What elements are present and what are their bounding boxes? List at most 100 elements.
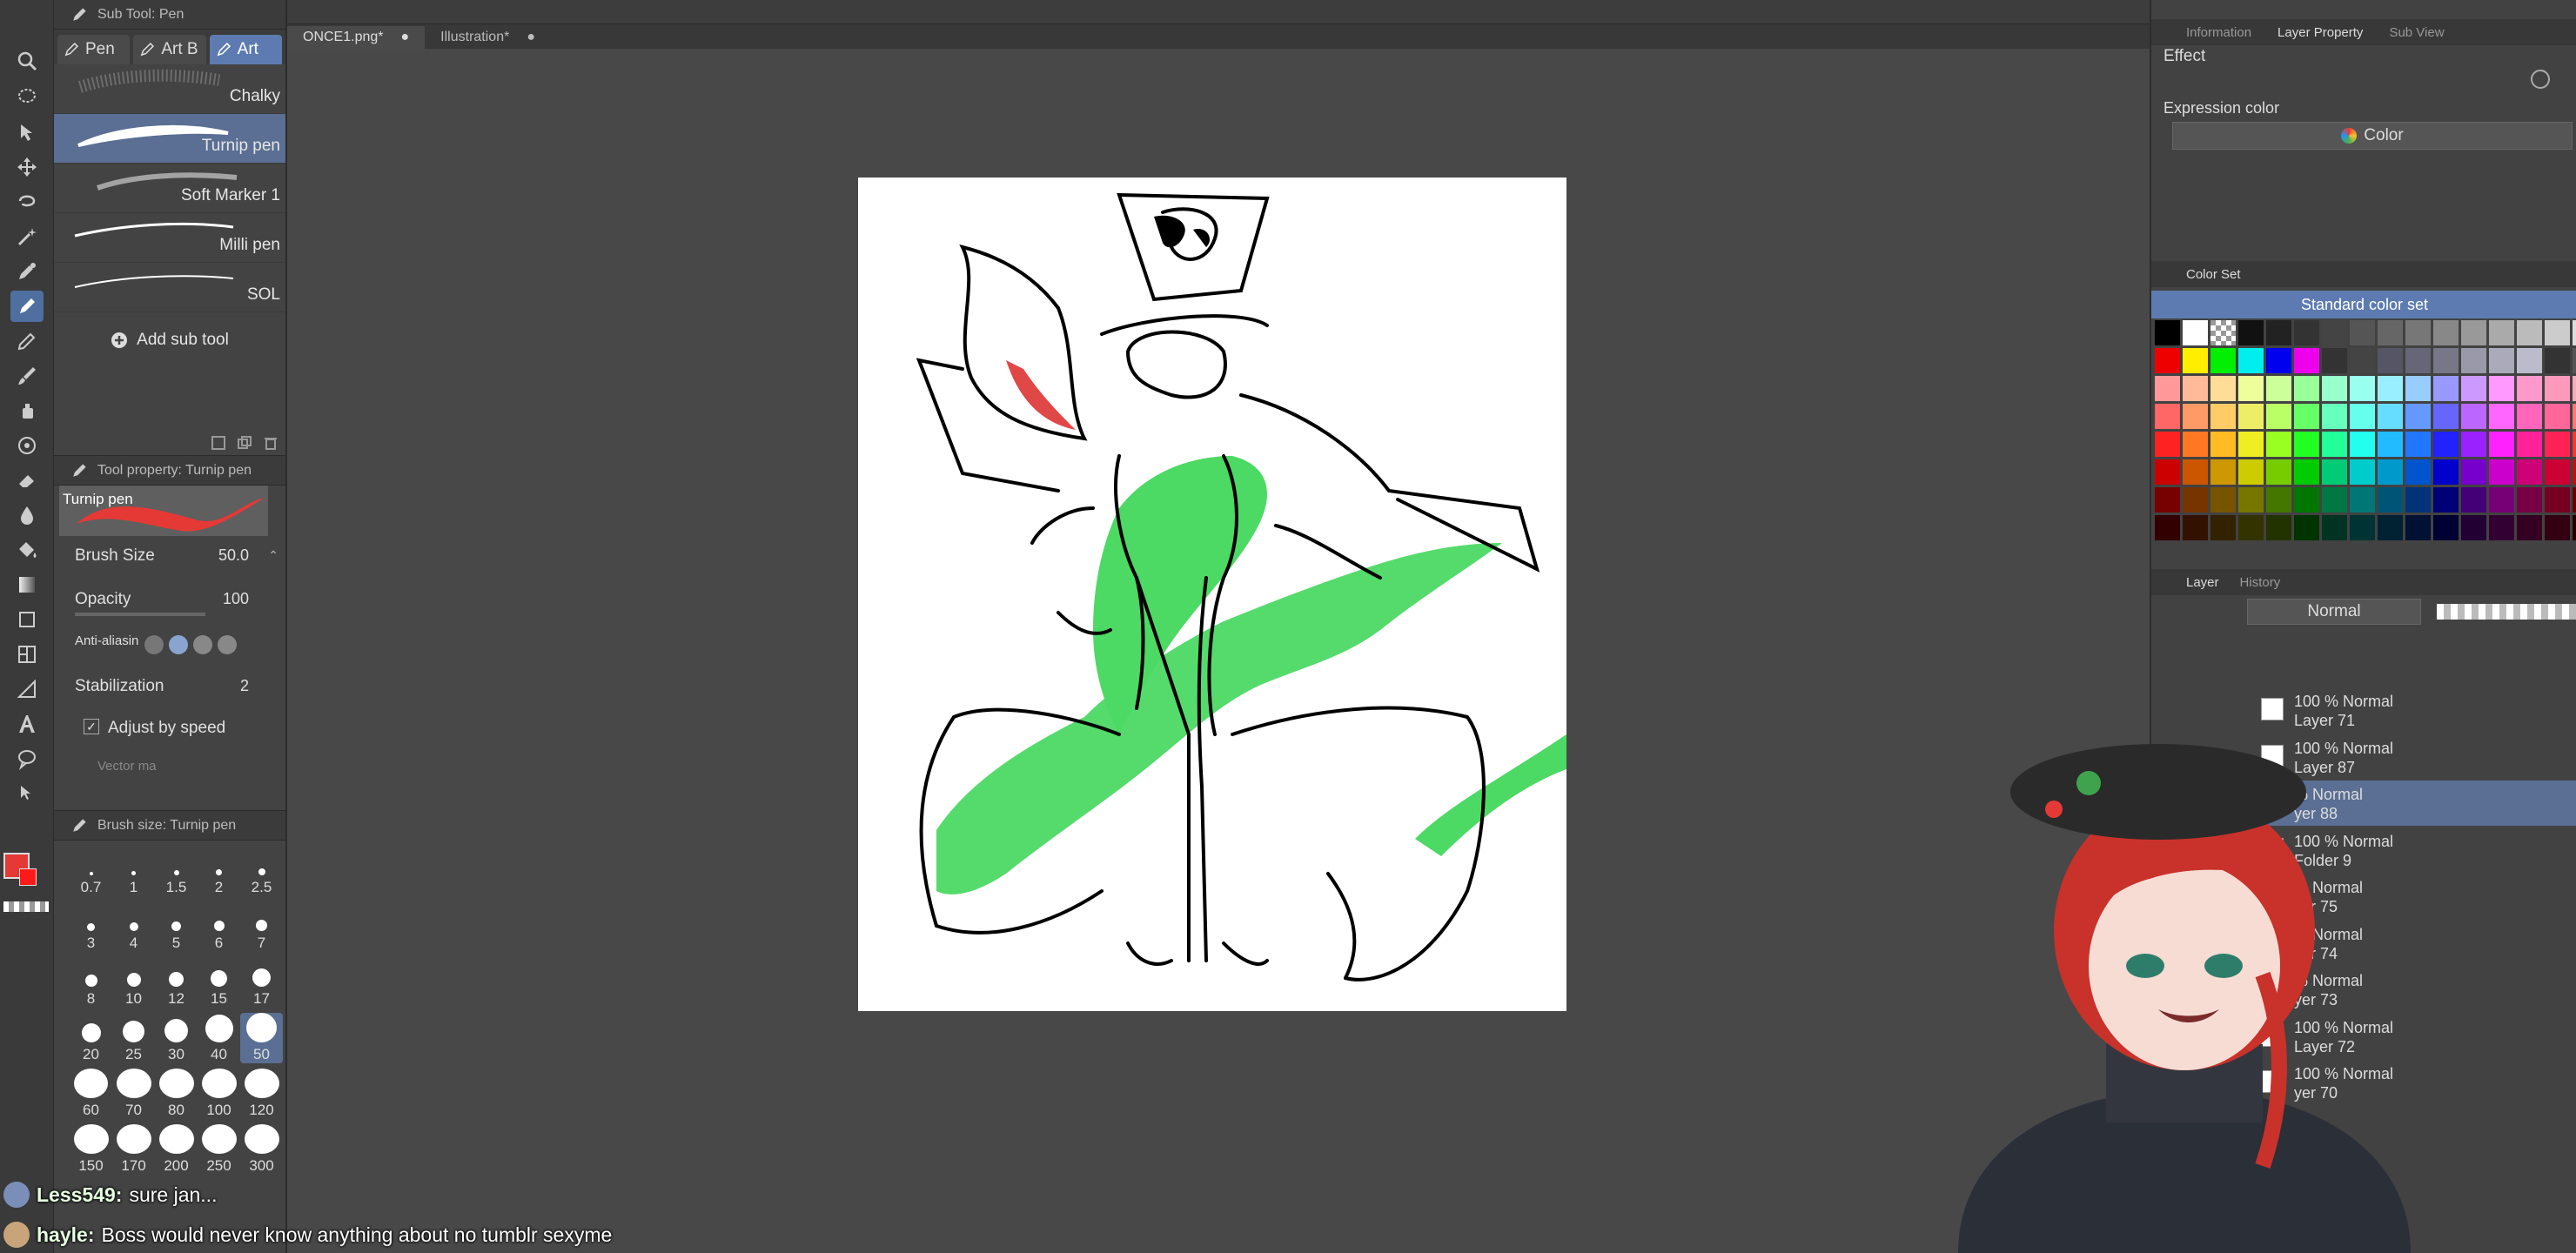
color-swatch[interactable] <box>2210 459 2236 485</box>
gradient-tool[interactable] <box>10 569 44 600</box>
color-swatch[interactable] <box>2378 320 2403 345</box>
brush-item-sol[interactable]: SOL <box>54 263 285 312</box>
correct-line-tool[interactable] <box>10 778 44 809</box>
unsaved-icon[interactable]: ● <box>401 30 410 45</box>
brush-size-option[interactable]: 50 <box>240 1013 283 1063</box>
ruler-tool[interactable] <box>10 673 44 705</box>
antialias-none[interactable] <box>144 635 164 654</box>
color-swatch[interactable] <box>2433 320 2459 345</box>
brush-size-option[interactable]: 100 <box>198 1069 240 1119</box>
unsaved-icon[interactable]: ● <box>527 30 535 45</box>
tab-art-b[interactable]: Art B <box>133 35 206 64</box>
color-swatch[interactable] <box>2266 348 2291 373</box>
decoration-tool[interactable] <box>10 430 44 461</box>
color-swatch[interactable] <box>2517 376 2542 401</box>
brush-size-option[interactable]: 10 <box>112 957 155 1008</box>
color-swatch[interactable] <box>2210 515 2236 540</box>
color-swatch[interactable] <box>2155 404 2180 429</box>
color-swatch[interactable] <box>2294 376 2319 401</box>
color-swatch[interactable] <box>2155 376 2180 401</box>
opacity-row[interactable]: Opacity 100 <box>54 580 285 623</box>
color-swatch[interactable] <box>2573 404 2576 429</box>
color-swatch[interactable] <box>2155 348 2180 373</box>
color-swatch[interactable] <box>2238 404 2264 429</box>
color-swatch[interactable] <box>2517 487 2542 513</box>
tab-information[interactable]: Information <box>2186 25 2251 40</box>
color-swatch[interactable] <box>2350 459 2375 485</box>
brush-size-option[interactable]: 2.5 <box>240 846 283 896</box>
color-swatch[interactable] <box>2378 432 2403 457</box>
color-swatch[interactable] <box>2405 376 2431 401</box>
color-swatch[interactable] <box>2489 404 2514 429</box>
color-swatch[interactable] <box>2405 432 2431 457</box>
trash-icon[interactable] <box>263 435 278 451</box>
color-swatch[interactable] <box>2545 348 2570 373</box>
lasso-tool[interactable] <box>10 186 44 218</box>
color-swatch[interactable] <box>2489 348 2514 373</box>
color-swatch[interactable] <box>2210 404 2236 429</box>
color-swatch[interactable] <box>2545 320 2570 345</box>
color-swatch[interactable] <box>2155 459 2180 485</box>
color-swatch[interactable] <box>2294 515 2319 540</box>
effect-toggle[interactable] <box>2531 70 2550 89</box>
color-swatch[interactable] <box>2183 432 2208 457</box>
color-swatch[interactable] <box>2573 320 2576 345</box>
brush-size-option[interactable]: 25 <box>112 1013 155 1063</box>
color-swatch[interactable] <box>2405 348 2431 373</box>
color-swatch[interactable] <box>2350 432 2375 457</box>
color-swatch[interactable] <box>2350 404 2375 429</box>
color-swatch[interactable] <box>2294 487 2319 513</box>
color-swatch[interactable] <box>2294 404 2319 429</box>
brush-size-option[interactable]: 8 <box>70 957 112 1008</box>
color-swatch[interactable] <box>2461 320 2486 345</box>
brush-size-option[interactable]: 1 <box>112 846 155 896</box>
color-swatch[interactable] <box>2489 487 2514 513</box>
color-swatch[interactable] <box>2545 515 2570 540</box>
file-tab-once1[interactable]: ONCE1.png* ● <box>287 26 426 49</box>
color-swatch[interactable] <box>2266 459 2291 485</box>
color-swatch[interactable] <box>2238 487 2264 513</box>
brush-size-option[interactable]: 15 <box>198 957 240 1008</box>
blend-mode-select[interactable]: Normal <box>2247 599 2421 625</box>
color-swatch[interactable] <box>2183 348 2208 373</box>
brush-size-option[interactable]: 150 <box>70 1124 112 1175</box>
eyedropper-tool[interactable] <box>10 256 44 287</box>
color-swatch[interactable] <box>2405 515 2431 540</box>
expression-color-select[interactable]: Color <box>2172 122 2573 150</box>
brush-size-option[interactable]: 20 <box>70 1013 112 1063</box>
spinner-icon[interactable]: ⌃ <box>268 548 278 563</box>
figure-tool[interactable] <box>10 604 44 635</box>
magic-wand-tool[interactable] <box>10 221 44 252</box>
sub-color-swatch[interactable] <box>19 868 37 886</box>
brush-size-option[interactable]: 60 <box>70 1069 112 1119</box>
antialias-weak[interactable] <box>169 635 188 654</box>
color-swatch[interactable] <box>2517 320 2542 345</box>
color-swatch[interactable] <box>2350 487 2375 513</box>
color-swatch[interactable] <box>2433 376 2459 401</box>
brush-size-value[interactable]: 50.0 <box>218 546 249 565</box>
color-swatch[interactable] <box>2266 515 2291 540</box>
color-swatch[interactable] <box>2461 487 2486 513</box>
color-swatch[interactable] <box>2238 432 2264 457</box>
adjust-checkbox[interactable]: ✓ <box>84 719 99 734</box>
color-swatch[interactable] <box>2350 320 2375 345</box>
tab-history[interactable]: History <box>2240 575 2281 590</box>
color-swatch[interactable] <box>2210 487 2236 513</box>
balloon-tool[interactable] <box>10 743 44 774</box>
select-tool[interactable] <box>10 82 44 113</box>
brush-size-option[interactable]: 120 <box>240 1069 283 1119</box>
color-swatch[interactable] <box>2322 432 2347 457</box>
color-swatch[interactable] <box>2405 404 2431 429</box>
color-swatch[interactable] <box>2155 515 2180 540</box>
color-swatch[interactable] <box>2517 404 2542 429</box>
brush-size-option[interactable]: 17 <box>240 957 283 1008</box>
color-swatch[interactable] <box>2238 348 2264 373</box>
drawing-canvas[interactable] <box>858 178 1566 1011</box>
color-swatch[interactable] <box>2545 432 2570 457</box>
color-swatch[interactable] <box>2405 320 2431 345</box>
settings-icon[interactable] <box>211 435 226 451</box>
adjust-speed-row[interactable]: ✓ Adjust by speed <box>54 710 285 748</box>
color-swatch[interactable] <box>2294 348 2319 373</box>
color-swatch[interactable] <box>2266 320 2291 345</box>
color-swatch[interactable] <box>2322 320 2347 345</box>
